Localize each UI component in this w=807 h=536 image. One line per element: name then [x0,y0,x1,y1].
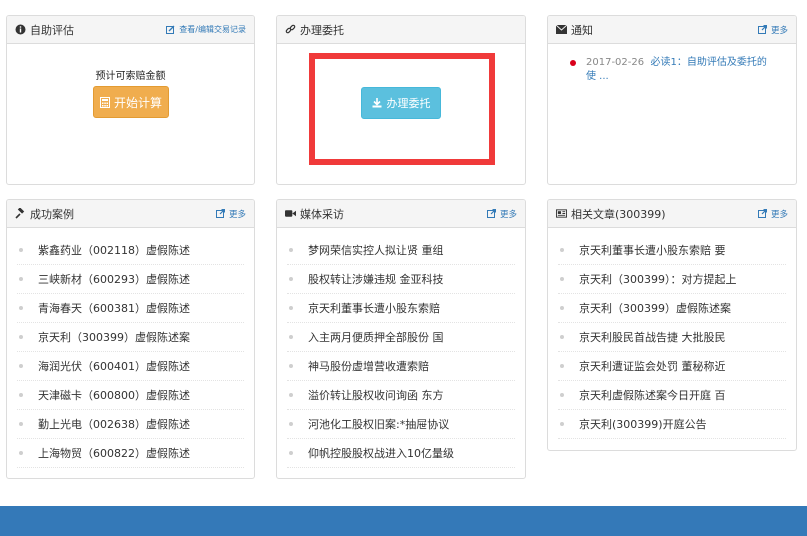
case-link[interactable]: 海润光伏（600401）虚假陈述 [38,358,190,374]
external-link-icon [757,208,768,219]
info-circle-icon [15,24,26,35]
list-item[interactable]: 青海春天（600381）虚假陈述 [17,294,244,323]
newspaper-icon [556,208,567,219]
media-link[interactable]: 股权转让涉嫌违规 金亚科技 [308,271,444,287]
self-eval-panel: 自助评估 查看/编辑交易记录 预计可索赔金额 开始计算 [6,15,255,185]
media-link[interactable]: 溢价转让股权收问询函 东方 [308,387,444,403]
estimate-label: 预计可索赔金额 [95,71,166,82]
list-item[interactable]: 京天利（300399）虚假陈述案 [558,294,786,323]
list-item[interactable]: 海润光伏（600401）虚假陈述 [17,352,244,381]
articles-more-label: 更多 [770,209,788,220]
list-item[interactable]: 入主两月便质押全部股份 国 [287,323,515,352]
start-calc-label: 开始计算 [113,95,162,110]
case-link[interactable]: 青海春天（600381）虚假陈述 [38,300,190,316]
media-list: 梦网荣信实控人拟让贤 重组 股权转让涉嫌违规 金亚科技 京天利董事长遭小股东索赔… [277,228,525,468]
media-panel: 媒体采访 更多 梦网荣信实控人拟让贤 重组 股权转让涉嫌违规 金亚科技 京天利董… [276,199,526,479]
case-link[interactable]: 天津磁卡（600800）虚假陈述 [38,387,190,403]
cases-more-link[interactable]: 更多 [215,208,246,220]
external-link-icon [486,208,497,219]
notice-panel: 通知 更多 2017-02-26 必读1：自助评估及委托的使 ... [547,15,797,185]
external-link-icon [215,208,226,219]
media-more-link[interactable]: 更多 [486,208,517,220]
notice-more-label: 更多 [770,25,788,36]
cases-list: 紫鑫药业（002118）虚假陈述 三峡新材（600293）虚假陈述 青海春天（6… [7,228,254,468]
calculator-icon [100,96,111,108]
highlight-box [309,53,495,165]
article-link[interactable]: 京天利董事长遭小股东索赔 要 [579,242,726,258]
notice-header: 通知 更多 [548,16,796,44]
edit-icon [165,24,176,35]
self-eval-header: 自助评估 查看/编辑交易记录 [7,16,254,44]
edit-trades-link[interactable]: 查看/编辑交易记录 [165,24,246,35]
list-item[interactable]: 京天利董事长遭小股东索赔 要 [558,236,786,265]
media-title: 媒体采访 [300,207,344,221]
entrust-header: 办理委托 [277,16,525,44]
gavel-icon [15,208,26,219]
list-item[interactable]: 上海物贸（600822）虚假陈述 [17,439,244,468]
list-item[interactable]: 勤上光电（002638）虚假陈述 [17,410,244,439]
case-link[interactable]: 勤上光电（002638）虚假陈述 [38,416,190,432]
media-more-label: 更多 [499,209,517,220]
case-link[interactable]: 紫鑫药业（002118）虚假陈述 [38,242,190,258]
list-item[interactable]: 河池化工股权旧案:*抽屉协议 [287,410,515,439]
article-link[interactable]: 京天利股民首战告捷 大批股民 [579,329,726,345]
articles-header: 相关文章(300399) 更多 [548,200,796,228]
cases-panel: 成功案例 更多 紫鑫药业（002118）虚假陈述 三峡新材（600293）虚假陈… [6,199,255,479]
list-item[interactable]: 京天利遭证监会处罚 董秘称近 [558,352,786,381]
media-link[interactable]: 京天利董事长遭小股东索赔 [308,300,440,316]
notice-date: 2017-02-26 [586,57,645,68]
article-link[interactable]: 京天利（300399）：对方提起上 [579,271,737,287]
article-link[interactable]: 京天利遭证监会处罚 董秘称近 [579,358,726,374]
article-link[interactable]: 京天利虚假陈述案今日开庭 百 [579,387,726,403]
footer-bar [0,506,807,536]
articles-title: 相关文章(300399) [571,207,666,221]
list-item[interactable]: 天津磁卡（600800）虚假陈述 [17,381,244,410]
cases-header: 成功案例 更多 [7,200,254,228]
envelope-icon [556,24,567,35]
cases-more-label: 更多 [228,209,246,220]
list-item[interactable]: 京天利（300399）虚假陈述案 [17,323,244,352]
article-link[interactable]: 京天利（300399）虚假陈述案 [579,300,731,316]
notice-title: 通知 [571,23,593,37]
media-link[interactable]: 仰帆控股股权战进入10亿量级 [308,445,454,461]
edit-trades-label: 查看/编辑交易记录 [179,25,246,34]
video-camera-icon [285,208,296,219]
start-calc-button[interactable]: 开始计算 [93,86,169,118]
list-item[interactable]: 梦网荣信实控人拟让贤 重组 [287,236,515,265]
case-link[interactable]: 上海物贸（600822）虚假陈述 [38,445,190,461]
case-link[interactable]: 京天利（300399）虚假陈述案 [38,329,190,345]
media-link[interactable]: 神马股份虚增营收遭索赔 [308,358,429,374]
list-item[interactable]: 三峡新材（600293）虚假陈述 [17,265,244,294]
list-item[interactable]: 紫鑫药业（002118）虚假陈述 [17,236,244,265]
article-link[interactable]: 京天利(300399)开庭公告 [579,416,707,432]
list-item[interactable]: 股权转让涉嫌违规 金亚科技 [287,265,515,294]
list-item[interactable]: 京天利董事长遭小股东索赔 [287,294,515,323]
media-header: 媒体采访 更多 [277,200,525,228]
external-link-icon [757,24,768,35]
articles-panel: 相关文章(300399) 更多 京天利董事长遭小股东索赔 要 京天利（30039… [547,199,797,451]
list-item[interactable]: 京天利（300399）：对方提起上 [558,265,786,294]
notice-more-link[interactable]: 更多 [757,24,788,36]
self-eval-title: 自助评估 [30,23,74,37]
notice-item[interactable]: 2017-02-26 必读1：自助评估及委托的使 ... [570,56,770,84]
list-item[interactable]: 仰帆控股股权战进入10亿量级 [287,439,515,468]
list-item[interactable]: 京天利(300399)开庭公告 [558,410,786,439]
list-item[interactable]: 神马股份虚增营收遭索赔 [287,352,515,381]
entrust-title: 办理委托 [300,23,344,37]
case-link[interactable]: 三峡新材（600293）虚假陈述 [38,271,190,287]
list-item[interactable]: 京天利虚假陈述案今日开庭 百 [558,381,786,410]
notice-bullet [570,60,576,66]
list-item[interactable]: 京天利股民首战告捷 大批股民 [558,323,786,352]
articles-list: 京天利董事长遭小股东索赔 要 京天利（300399）：对方提起上 京天利（300… [548,228,796,439]
media-link[interactable]: 河池化工股权旧案:*抽屉协议 [308,416,449,432]
cases-title: 成功案例 [30,207,74,221]
list-item[interactable]: 溢价转让股权收问询函 东方 [287,381,515,410]
articles-more-link[interactable]: 更多 [757,208,788,220]
media-link[interactable]: 梦网荣信实控人拟让贤 重组 [308,242,444,258]
link-icon [285,24,296,35]
media-link[interactable]: 入主两月便质押全部股份 国 [308,329,444,345]
